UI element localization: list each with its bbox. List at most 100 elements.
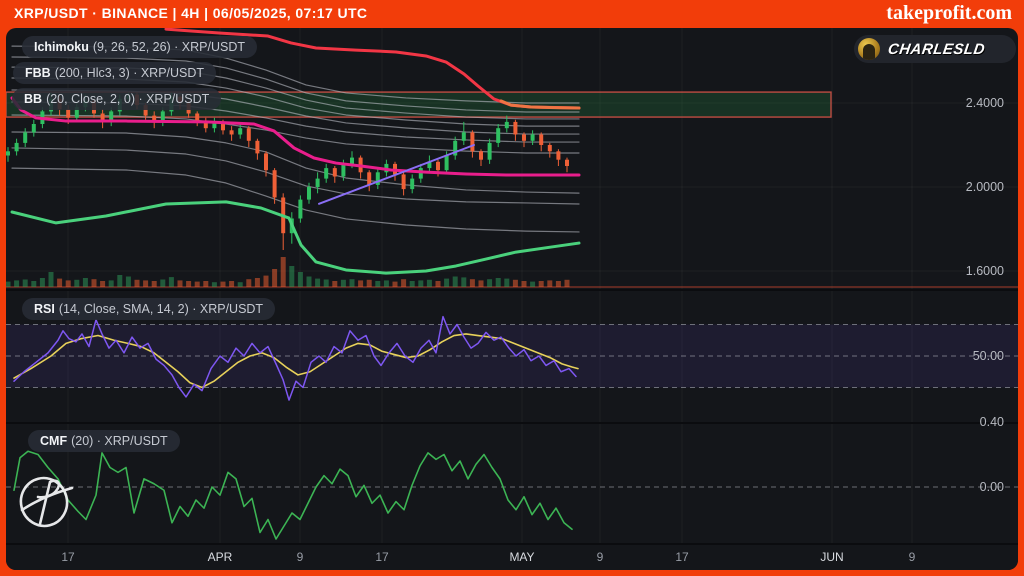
time-axis-label: 17 — [375, 550, 388, 564]
volume-bar — [221, 282, 226, 287]
candle-body — [367, 172, 371, 185]
volume-bar — [496, 278, 501, 287]
charlesld-badge: CHARLESLD — [854, 35, 1016, 63]
volume-bar — [307, 277, 312, 288]
volume-bar — [513, 280, 518, 287]
fbb-lower-green-line — [12, 202, 579, 273]
axis-tick-label: 0.40 — [980, 414, 1004, 430]
candle-body — [556, 151, 560, 159]
volume-bar — [135, 280, 140, 287]
legend-rsi-params: (14, Close, SMA, 14, 2) · XRP/USDT — [59, 302, 263, 316]
volume-bar — [186, 281, 191, 287]
candle-body — [23, 132, 27, 143]
volume-bar — [143, 280, 148, 287]
candle-body — [238, 128, 242, 134]
volume-bar — [272, 269, 277, 287]
legend-rsi-name: RSI — [34, 302, 55, 316]
watermark-logo — [10, 458, 82, 542]
axis-tick-label: 2.4000 — [966, 95, 1004, 111]
axis-tick-label: 50.00 — [973, 348, 1004, 364]
volume-bar — [23, 280, 28, 288]
time-axis-label: 17 — [61, 550, 74, 564]
volume-bar — [229, 281, 234, 287]
volume-bar — [246, 279, 251, 287]
legend-bb-params: (20, Close, 2, 0) · XRP/USDT — [46, 92, 209, 106]
volume-bar — [109, 280, 114, 287]
volume-bar — [264, 276, 269, 287]
candle-body — [462, 132, 466, 140]
axis-tick-label: 2.0000 — [966, 179, 1004, 195]
candle-body — [15, 143, 19, 151]
legend-rsi[interactable]: RSI (14, Close, SMA, 14, 2) · XRP/USDT — [22, 298, 275, 320]
candle-body — [324, 168, 328, 179]
legend-fbb[interactable]: FBB (200, Hlc3, 3) · XRP/USDT — [13, 62, 216, 84]
candle-body — [247, 128, 251, 141]
candle-body — [522, 135, 526, 141]
volume-bar — [367, 280, 372, 287]
candle-body — [333, 168, 337, 176]
time-axis-label: 17 — [675, 550, 688, 564]
candle-body — [531, 135, 535, 141]
volume-bar — [436, 281, 441, 287]
candle-body — [6, 151, 10, 155]
time-axis-label: 9 — [597, 550, 604, 564]
volume-bar — [92, 279, 97, 287]
volume-bar — [418, 280, 423, 287]
candle-body — [410, 179, 414, 190]
volume-bar — [160, 280, 165, 288]
volume-bar — [83, 278, 88, 287]
volume-bar — [152, 281, 157, 287]
volume-bar — [169, 277, 174, 287]
volume-bar — [470, 279, 475, 287]
legend-fbb-params: (200, Hlc3, 3) · XRP/USDT — [55, 66, 204, 80]
legend-cmf-name: CMF — [40, 434, 67, 448]
volume-bar — [375, 281, 380, 287]
volume-bar — [117, 275, 122, 287]
candle-body — [66, 109, 70, 117]
time-axis-label: 9 — [297, 550, 304, 564]
axis-tick-label: 1.6000 — [966, 263, 1004, 279]
candle-body — [307, 187, 311, 200]
candle-body — [341, 164, 345, 177]
legend-bb-name: BB — [24, 92, 42, 106]
volume-bar — [203, 281, 208, 287]
volume-bar — [126, 277, 131, 288]
candle-body — [436, 162, 440, 170]
legend-ichimoku-params: (9, 26, 52, 26) · XRP/USDT — [93, 40, 245, 54]
volume-bar — [393, 282, 398, 287]
volume-bar — [350, 279, 355, 287]
volume-bar — [504, 279, 509, 287]
volume-bar — [565, 280, 570, 287]
candle-body — [565, 160, 569, 166]
volume-bar — [289, 266, 294, 287]
candle-body — [539, 135, 543, 146]
volume-bar — [255, 278, 260, 287]
volume-bar — [547, 280, 552, 287]
volume-bar — [401, 279, 406, 287]
brand-takeprofit: takeprofit.com — [886, 2, 1012, 25]
candle-body — [350, 158, 354, 164]
volume-bar — [238, 282, 243, 287]
time-axis[interactable]: 17APR917MAY917JUN9 — [6, 545, 1018, 570]
legend-cmf[interactable]: CMF (20) · XRP/USDT — [28, 430, 180, 452]
volume-bar — [14, 280, 19, 287]
volume-bar — [539, 281, 544, 287]
avatar-icon — [858, 38, 880, 60]
volume-bar — [522, 281, 527, 287]
volume-bar — [315, 279, 320, 287]
candle-body — [32, 124, 36, 132]
volume-bar — [444, 279, 449, 287]
volume-bar — [332, 281, 337, 287]
candle-body — [479, 151, 483, 159]
volume-bar — [100, 281, 105, 287]
legend-ichimoku[interactable]: Ichimoku (9, 26, 52, 26) · XRP/USDT — [22, 36, 257, 58]
legend-cmf-params: (20) · XRP/USDT — [71, 434, 168, 448]
legend-bb[interactable]: BB (20, Close, 2, 0) · XRP/USDT — [12, 88, 221, 110]
top-bar: XRP/USDT · BINANCE | 4H | 06/05/2025, 07… — [0, 0, 1024, 28]
volume-bar — [324, 280, 329, 288]
volume-bar — [530, 282, 535, 287]
candle-body — [488, 143, 492, 160]
time-axis-label: 9 — [909, 550, 916, 564]
legend-fbb-name: FBB — [25, 66, 51, 80]
volume-bar — [453, 277, 458, 288]
